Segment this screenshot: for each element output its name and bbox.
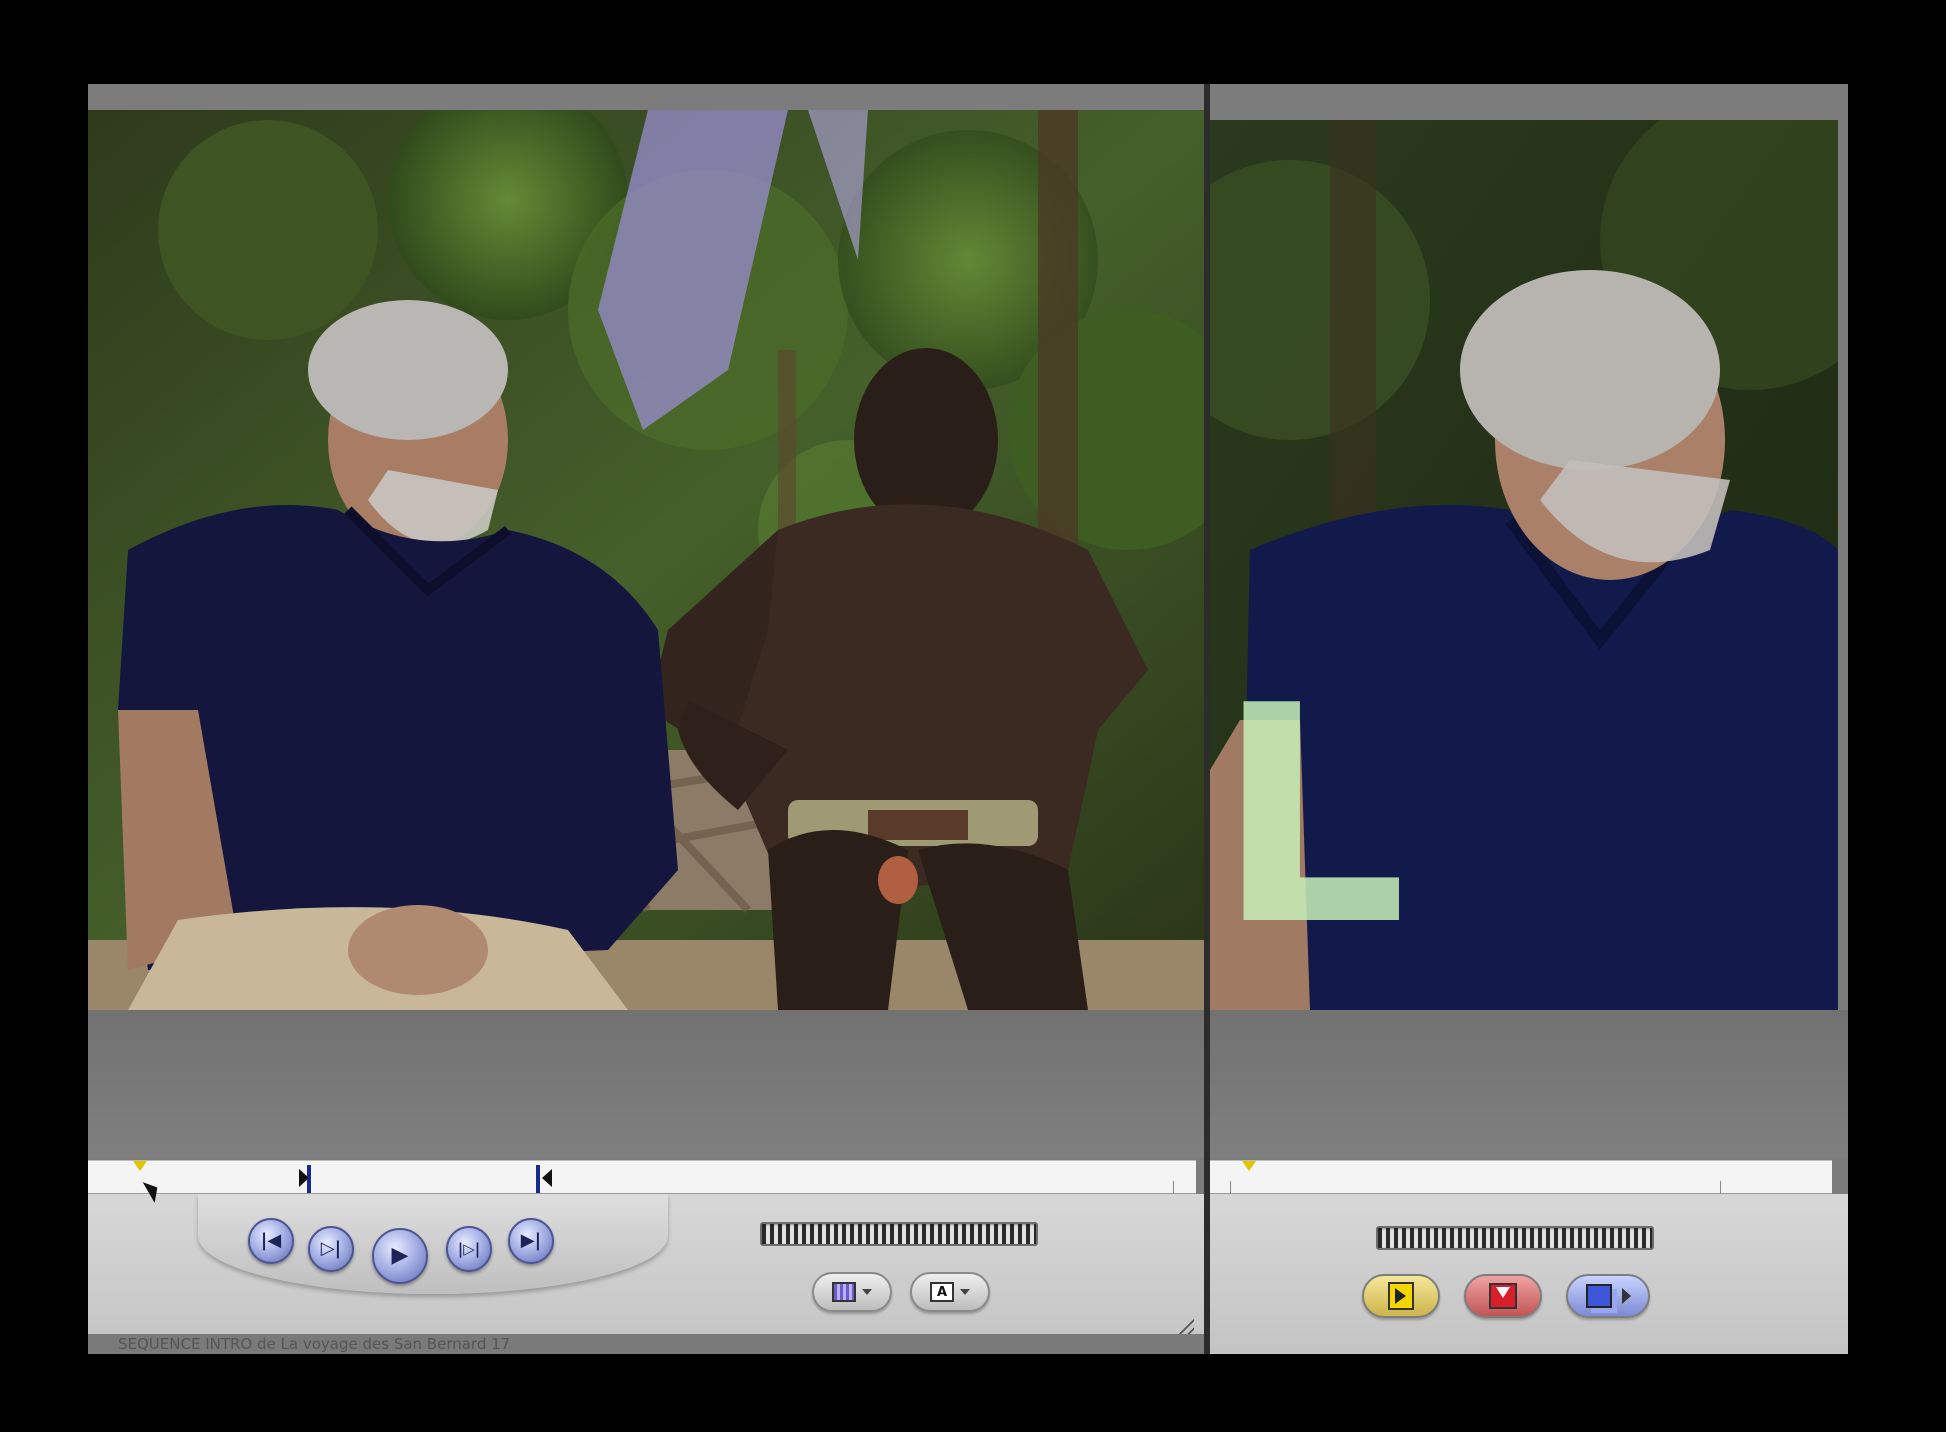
status-bar: SEQUENCE INTRO de La voyage des San Bern…	[88, 1334, 1206, 1354]
insert-edit-button[interactable]	[1362, 1274, 1440, 1318]
chevron-down-icon	[960, 1289, 970, 1295]
in-point-icon	[299, 1169, 309, 1187]
overwrite-icon	[1489, 1283, 1517, 1309]
go-to-next-edit-button[interactable]: ▶|	[508, 1218, 554, 1264]
canvas-gray-area	[1210, 1010, 1848, 1158]
viewer-gray-area	[88, 1010, 1206, 1158]
viewer-video-image	[88, 110, 1204, 1010]
generators-popup[interactable]: A	[910, 1272, 990, 1312]
next-edit-icon: ▶|	[520, 1230, 542, 1251]
viewer-video-frame[interactable]	[88, 110, 1204, 1010]
screen: |◀ ▷| ▶ |▷| ▶| A SEQUENCE INTRO de La vo…	[88, 84, 1848, 1354]
overwrite-edit-button[interactable]	[1464, 1274, 1542, 1318]
viewer-out-point[interactable]	[536, 1165, 540, 1193]
previous-edit-icon: |◀	[260, 1230, 282, 1251]
canvas-scrubber-bar[interactable]	[1210, 1160, 1832, 1195]
recent-clips-icon	[832, 1282, 856, 1302]
insert-icon	[1388, 1282, 1414, 1310]
canvas-controls	[1210, 1194, 1848, 1354]
scrubber-end-tick	[1720, 1181, 1721, 1195]
play-around-current-button[interactable]: |▷|	[446, 1226, 492, 1272]
go-to-previous-edit-button[interactable]: |◀	[248, 1218, 294, 1264]
recent-clips-popup[interactable]	[812, 1272, 892, 1312]
replace-icon	[1585, 1284, 1612, 1308]
viewer-jog-shuttle[interactable]	[760, 1222, 1038, 1246]
play-in-to-out-icon: ▷|	[320, 1238, 342, 1259]
canvas-overlay-letter: L	[1216, 642, 1407, 991]
replace-edit-button[interactable]	[1566, 1274, 1650, 1318]
viewer-controls: |◀ ▷| ▶ |▷| ▶| A	[88, 1194, 1206, 1354]
scrubber-end-tick	[1173, 1181, 1174, 1195]
play-button[interactable]: ▶	[372, 1228, 428, 1284]
viewer-scrubber-bar[interactable]	[88, 1160, 1196, 1195]
play-in-to-out-button[interactable]: ▷|	[308, 1226, 354, 1272]
viewer-window: |◀ ▷| ▶ |▷| ▶| A SEQUENCE INTRO de La vo…	[88, 84, 1206, 1354]
canvas-video-frame[interactable]: L	[1210, 120, 1838, 1010]
canvas-playhead[interactable]	[1242, 1161, 1256, 1171]
canvas-video-image: L	[1210, 120, 1838, 1010]
scrubber-start-tick	[1230, 1181, 1231, 1195]
play-icon: ▶	[391, 1243, 409, 1268]
viewer-playhead[interactable]	[133, 1161, 147, 1171]
chevron-right-icon	[1621, 1288, 1631, 1304]
chevron-down-icon	[862, 1289, 872, 1295]
out-point-icon	[542, 1169, 552, 1187]
play-around-icon: |▷|	[457, 1239, 481, 1258]
canvas-window: L	[1210, 84, 1848, 1354]
canvas-jog-shuttle[interactable]	[1376, 1226, 1654, 1250]
generators-icon: A	[930, 1282, 954, 1302]
